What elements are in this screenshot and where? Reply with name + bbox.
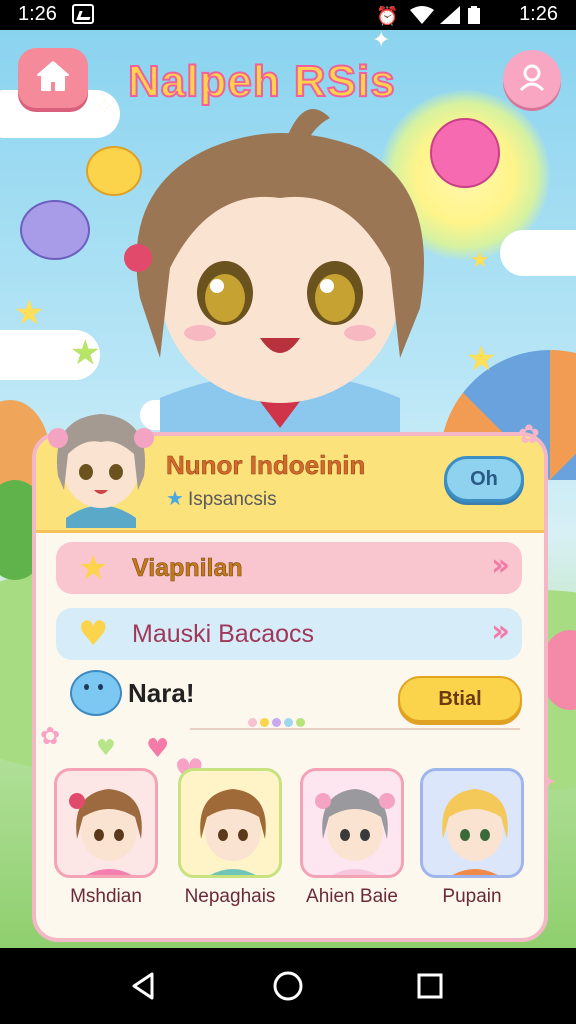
character-card[interactable]: [178, 768, 282, 878]
character-card[interactable]: [420, 768, 524, 878]
blue-creature-icon: [70, 670, 122, 716]
double-chevron-right-icon: ››: [491, 614, 510, 649]
user-name: Nunor Indoeinin: [166, 450, 366, 481]
wifi-icon: [410, 6, 434, 30]
profile-button[interactable]: [503, 50, 561, 108]
profile-action-button[interactable]: Oh: [444, 456, 524, 502]
heart-icon: ♥: [146, 734, 170, 764]
dot-icon: [296, 718, 305, 727]
star-icon: ★: [78, 548, 109, 588]
signal-icon: [440, 6, 460, 30]
dot-icon: [284, 718, 293, 727]
heart-icon: ♥: [78, 614, 109, 654]
character-name: Mshdian: [70, 886, 142, 907]
mascot-character: [100, 98, 460, 438]
dot-icon: [272, 718, 281, 727]
back-button[interactable]: [124, 966, 164, 1006]
dot-icon: [248, 718, 257, 727]
secondary-action-button[interactable]: Btial: [398, 676, 522, 722]
home-button[interactable]: [18, 48, 88, 108]
flower-icon: ✿: [518, 420, 540, 450]
status-time-right: 1:26: [519, 3, 558, 25]
home-icon: [35, 59, 71, 97]
character-grid: Mshdian Nepaghais Ahien Baie Pupain: [54, 768, 524, 918]
dot-icon: [260, 718, 269, 727]
home-nav-button[interactable]: [268, 966, 308, 1006]
menu-item-2[interactable]: ♥ Mauski Bacaocs ››: [56, 608, 522, 660]
star-icon: ★: [466, 339, 497, 379]
battery-icon: [468, 6, 480, 30]
recents-button[interactable]: [410, 966, 450, 1006]
heart-icon: ♥: [96, 736, 116, 761]
menu-item-label: Mauski Bacaocs: [132, 619, 315, 648]
double-chevron-right-icon: ››: [491, 548, 510, 583]
cloud-decoration: [500, 230, 576, 276]
user-subtitle-text: Ispsancsis: [187, 489, 277, 510]
character-name: Ahien Baie: [306, 886, 398, 907]
divider: [190, 728, 520, 730]
flower-icon: ✿: [40, 722, 61, 750]
status-icons: ⏰: [376, 6, 486, 26]
purple-creature-icon: [20, 200, 90, 260]
notification-icon: [72, 4, 94, 24]
status-time-left: 1:26: [18, 3, 57, 25]
character-card[interactable]: [300, 768, 404, 878]
star-icon: ★: [70, 333, 101, 373]
status-bar: 1:26 ⏰ 1:26: [0, 0, 576, 30]
user-subtitle: ★ Ispsancsis: [166, 486, 277, 511]
menu-item-label: Viapnilan: [132, 553, 243, 582]
character-card[interactable]: [54, 768, 158, 878]
star-icon: ★: [166, 488, 184, 510]
person-icon: [517, 62, 547, 96]
menu-item-1[interactable]: ★ Viapnilan ››: [56, 542, 522, 594]
character-name: Pupain: [442, 886, 502, 907]
star-icon: ★: [14, 293, 45, 333]
avatar: [36, 398, 166, 528]
star-icon: ★: [470, 248, 490, 273]
star-icon: ✦: [372, 30, 391, 53]
navigation-bar: [0, 948, 576, 1024]
alarm-icon: ⏰: [376, 6, 399, 26]
character-name: Nepaghais: [184, 886, 276, 907]
page-dots: [248, 712, 318, 727]
secondary-label: Nara!: [128, 678, 195, 708]
